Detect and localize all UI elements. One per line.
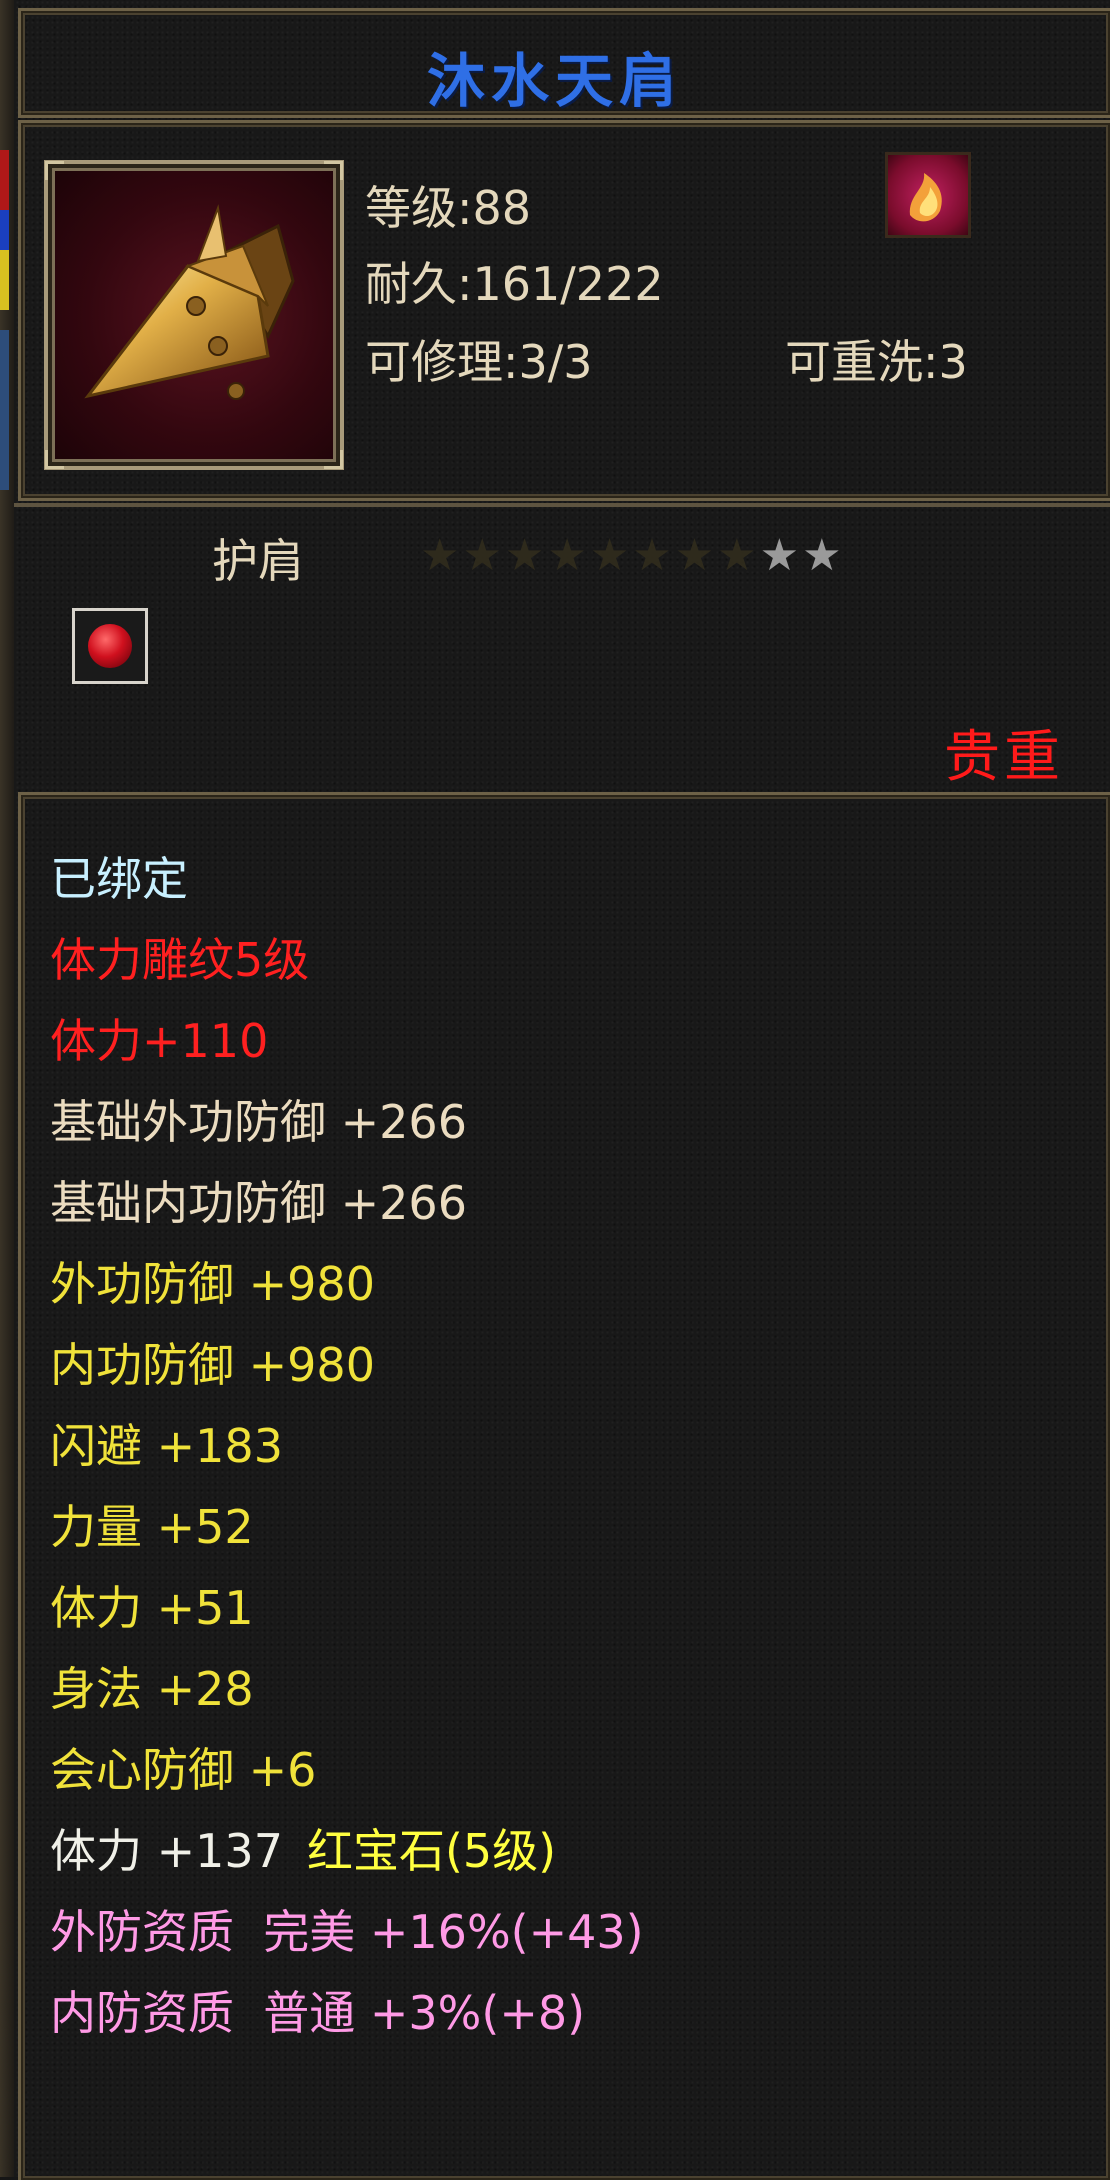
rarity-label: 贵重 xyxy=(944,725,1064,790)
stat-text: 内功防御 +980 xyxy=(50,1338,375,1392)
stat-line: 基础内功防御 +266 xyxy=(50,1180,467,1226)
stat-text: 内防资质 普通 +3%(+8) xyxy=(50,1986,586,2040)
stat-text: 已绑定 xyxy=(50,852,188,906)
star-lit-icon: ★ xyxy=(759,530,803,581)
stat-line: 内功防御 +980 xyxy=(50,1342,375,1388)
item-name: 沐水天肩 xyxy=(426,47,683,115)
stat-line: 外防资质 完美 +16%(+43) xyxy=(50,1909,644,1955)
left-edge-strip xyxy=(0,0,14,2177)
stat-text: 外功防御 +980 xyxy=(50,1257,375,1311)
star-empty-icon: ★ xyxy=(547,530,590,581)
star-lit-icon: ★ xyxy=(802,530,845,581)
stat-text: 基础外功防御 +266 xyxy=(50,1095,467,1149)
stat-line: 力量 +52 xyxy=(50,1504,254,1550)
fire-class-icon xyxy=(885,152,971,238)
item-tooltip: 沐水天肩 等级:88 耐久:161/222 可修理:3/3 可重洗:3 护肩 ★… xyxy=(0,0,1110,2180)
red-gem-icon xyxy=(72,608,148,684)
star-empty-icon: ★ xyxy=(420,530,463,581)
star-empty-icon: ★ xyxy=(504,530,548,581)
stat-text: 体力雕纹5级 xyxy=(50,933,310,987)
stat-line: 体力 +51 xyxy=(50,1585,254,1631)
stat-text: 体力 +51 xyxy=(50,1581,254,1635)
stat-text: 体力 +137 xyxy=(50,1824,283,1878)
stat-line: 已绑定 xyxy=(50,856,188,902)
slot-type: 护肩 xyxy=(212,534,304,588)
stat-line: 体力雕纹5级 xyxy=(50,937,309,983)
stat-line: 体力 +137 红宝石(5级) xyxy=(50,1828,556,1874)
stat-text: 力量 +52 xyxy=(50,1500,254,1554)
stat-text: 体力+110 xyxy=(50,1014,269,1068)
stat-line: 身法 +28 xyxy=(50,1666,254,1712)
stat-line: 闪避 +183 xyxy=(50,1423,283,1469)
stat-line: 内防资质 普通 +3%(+8) xyxy=(50,1990,585,2036)
stat-line: 基础外功防御 +266 xyxy=(50,1099,467,1145)
shoulder-armor-icon xyxy=(84,204,295,400)
item-rewash-count: 可重洗:3 xyxy=(785,335,968,389)
star-empty-icon: ★ xyxy=(717,530,760,581)
stat-text: 外防资质 完美 +16%(+43) xyxy=(50,1905,644,1959)
item-icon-frame xyxy=(44,160,344,470)
gem-description: 红宝石(5级) xyxy=(306,1824,557,1878)
star-rating: ★★★★★★★★★★ xyxy=(420,530,845,581)
stat-text: 身法 +28 xyxy=(50,1662,254,1716)
stat-line: 外功防御 +980 xyxy=(50,1261,375,1307)
item-durability: 耐久:161/222 xyxy=(365,257,664,311)
star-empty-icon: ★ xyxy=(462,530,505,581)
stat-text: 会心防御 +6 xyxy=(50,1743,317,1797)
stat-line: 会心防御 +6 xyxy=(50,1747,316,1793)
item-level: 等级:88 xyxy=(365,181,532,235)
star-empty-icon: ★ xyxy=(632,530,675,581)
item-repair-count: 可修理:3/3 xyxy=(365,335,593,389)
star-empty-icon: ★ xyxy=(589,530,633,581)
stat-text: 基础内功防御 +266 xyxy=(50,1176,467,1230)
star-empty-icon: ★ xyxy=(674,530,718,581)
divider xyxy=(14,503,1110,507)
stat-text: 闪避 +183 xyxy=(50,1419,283,1473)
stats-panel xyxy=(18,792,1110,2180)
stat-line: 体力+110 xyxy=(50,1018,268,1064)
